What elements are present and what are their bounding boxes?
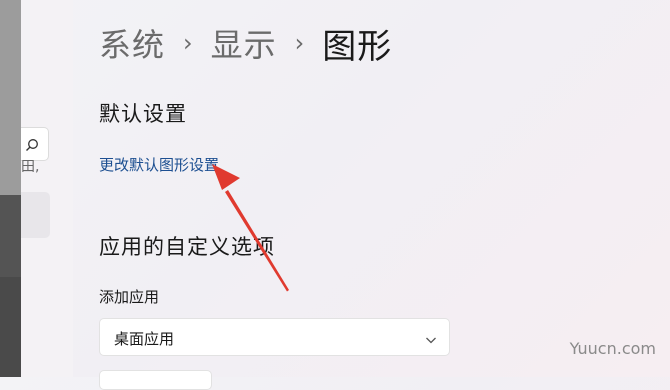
- default-settings-heading: 默认设置: [99, 102, 187, 126]
- browse-button[interactable]: [99, 370, 212, 390]
- breadcrumb: 系统 › 显示 › 图形: [99, 18, 392, 68]
- change-default-graphics-settings-link[interactable]: 更改默认图形设置: [99, 154, 219, 175]
- sidebar-truncated-text: 田,: [21, 159, 40, 175]
- chevron-down-icon: [425, 331, 437, 350]
- sidebar: [21, 0, 73, 377]
- search-icon: [25, 137, 39, 156]
- breadcrumb-separator-icon: ›: [294, 29, 305, 57]
- app-type-dropdown[interactable]: 桌面应用: [99, 318, 450, 356]
- app-type-value: 桌面应用: [114, 330, 175, 348]
- breadcrumb-item-system[interactable]: 系统: [99, 20, 165, 66]
- sidebar-item-selected[interactable]: [21, 192, 50, 238]
- background-window-edge: [0, 0, 21, 377]
- add-app-label: 添加应用: [99, 288, 160, 306]
- page-title: 图形: [322, 26, 393, 67]
- watermark: Yuucn.com: [569, 339, 656, 358]
- breadcrumb-separator-icon: ›: [183, 29, 193, 57]
- breadcrumb-item-display[interactable]: 显示: [211, 20, 277, 66]
- custom-options-heading: 应用的自定义选项: [99, 235, 275, 259]
